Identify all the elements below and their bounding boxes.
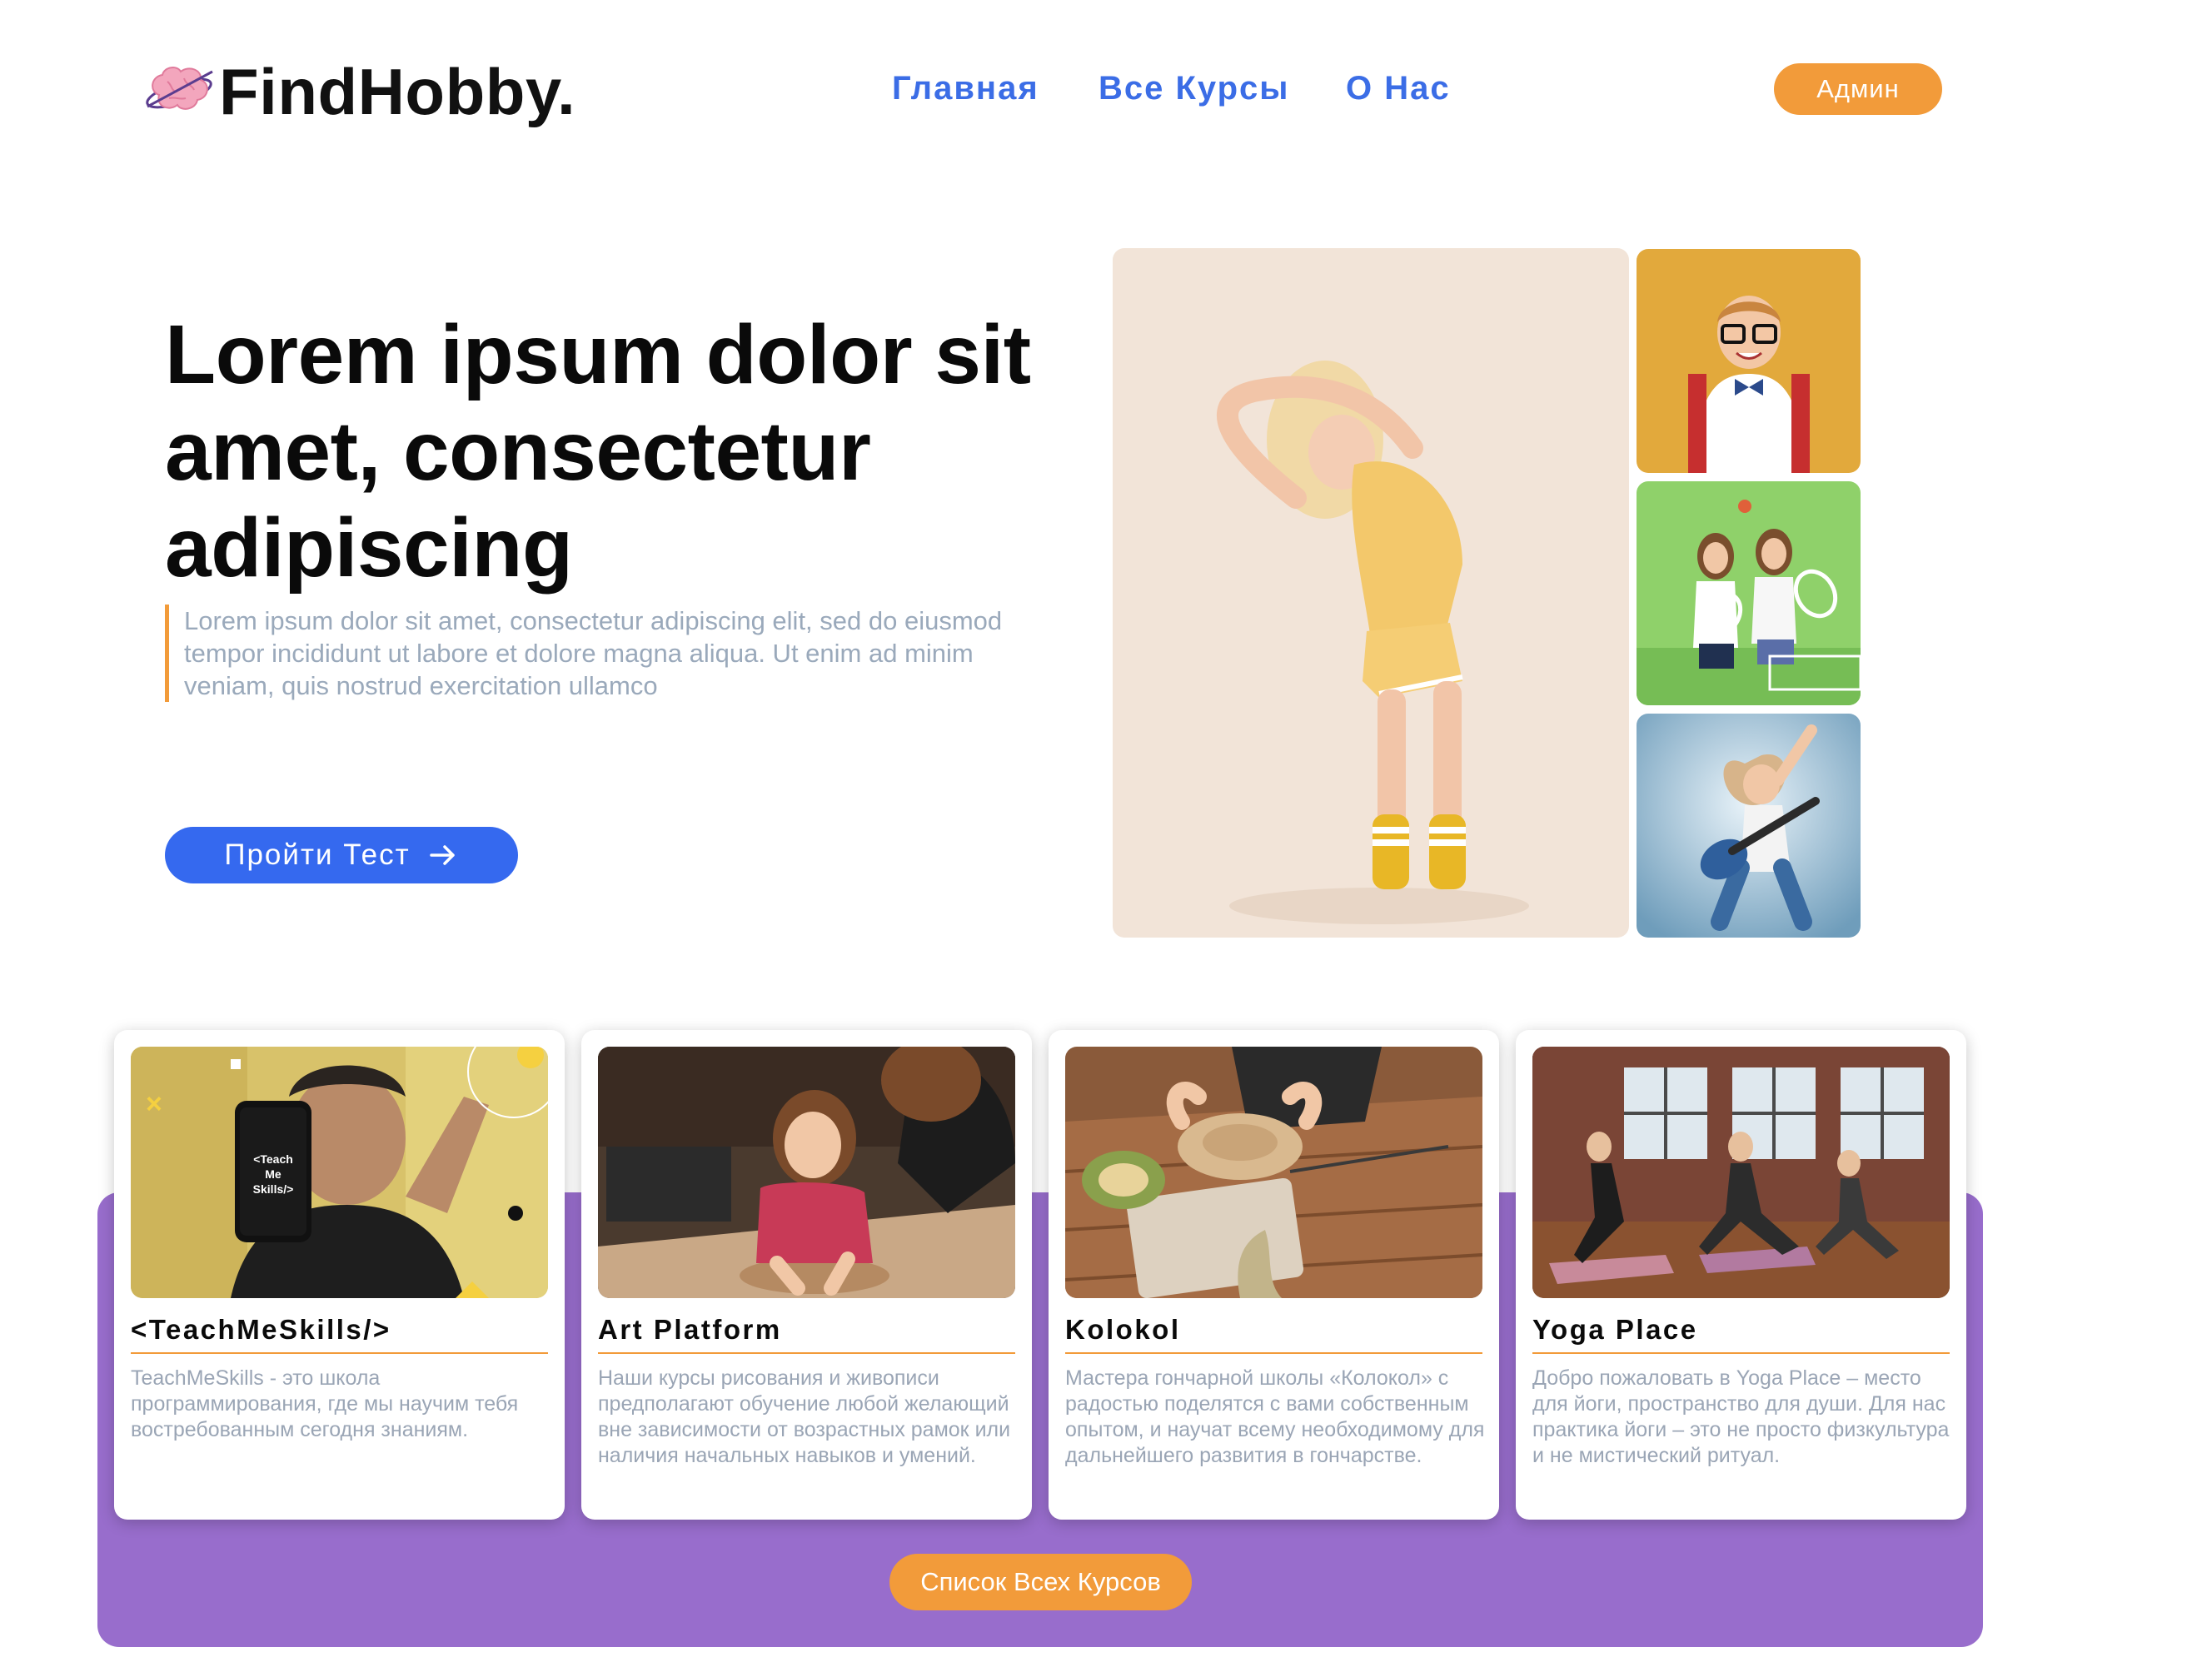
child-sculpting-clay-photo	[598, 1047, 1015, 1298]
all-courses-button[interactable]: Список Всех Курсов	[889, 1554, 1192, 1610]
course-card-art-platform[interactable]: Art Platform Наши курсы рисования и живо…	[581, 1030, 1032, 1520]
course-description: Добро пожаловать в Yoga Place – место дл…	[1532, 1366, 1950, 1467]
svg-text:Skills/>: Skills/>	[253, 1182, 294, 1196]
course-description: TeachMeSkills - это школа программирован…	[131, 1366, 519, 1441]
svg-text:×: ×	[146, 1088, 162, 1120]
nav-link-about[interactable]: О Нас	[1346, 63, 1451, 113]
course-description: Наши курсы рисования и живописи предпола…	[598, 1366, 1011, 1467]
course-title: <TeachMeSkills/>	[131, 1314, 548, 1354]
schoolboy-with-glasses-photo	[1637, 249, 1861, 473]
admin-button[interactable]: Админ	[1774, 63, 1942, 115]
girl-stretching-photo	[1113, 248, 1629, 938]
nav-link-home[interactable]: Главная	[892, 63, 1039, 113]
course-card-yoga-place[interactable]: Yoga Place Добро пожаловать в Yoga Place…	[1516, 1030, 1966, 1520]
hero-title: Lorem ipsum dolor sit amet, consectetur …	[165, 308, 1031, 595]
yoga-class-photo	[1532, 1047, 1950, 1298]
course-title: Yoga Place	[1532, 1314, 1950, 1354]
man-holding-phone-photo: <Teach Me Skills/> ×	[131, 1047, 548, 1298]
girl-with-guitar-photo	[1637, 714, 1861, 938]
pottery-workshop-photo	[1065, 1047, 1482, 1298]
svg-text:Me: Me	[265, 1167, 281, 1181]
take-test-label: Пройти Тест	[224, 838, 411, 871]
nav-link-all-courses[interactable]: Все Курсы	[1099, 63, 1289, 113]
course-description: Мастера гончарной школы «Колокол» с радо…	[1065, 1366, 1485, 1467]
svg-text:<Teach: <Teach	[253, 1152, 293, 1166]
course-title: Kolokol	[1065, 1314, 1482, 1354]
take-test-button[interactable]: Пройти Тест	[165, 827, 518, 883]
hero-description: Lorem ipsum dolor sit amet, consectetur …	[165, 605, 1023, 702]
girls-playing-tennis-photo	[1637, 481, 1861, 705]
course-card-teachmeskills[interactable]: <Teach Me Skills/> × <TeachMeSkills/> Te…	[114, 1030, 565, 1520]
arrow-right-icon	[429, 845, 455, 865]
course-title: Art Platform	[598, 1314, 1015, 1354]
course-card-kolokol[interactable]: Kolokol Мастера гончарной школы «Колокол…	[1049, 1030, 1499, 1520]
